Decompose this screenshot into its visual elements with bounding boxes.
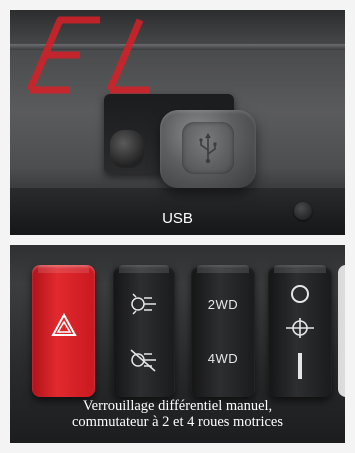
drive-mode-switch: 2WD 4WD <box>191 265 255 397</box>
usb-port-photo: USB <box>10 10 345 235</box>
switch-caption: Verrouillage différentiel manuel, commut… <box>10 398 345 430</box>
usb-rubber-cap <box>160 110 256 188</box>
differential-unlock-icon <box>130 349 156 372</box>
hazard-triangle-icon <box>51 313 77 336</box>
axle-icon <box>286 318 314 338</box>
switch-highlight <box>274 265 326 273</box>
bar-on-icon <box>298 353 302 379</box>
image-frame: USB 2WD 4WD Verrouillage différentiel ma… <box>0 0 355 453</box>
partial-switch-edge <box>338 265 345 397</box>
switch-highlight <box>119 265 169 273</box>
two-wheel-drive-label: 2WD <box>207 297 239 312</box>
circle-off-icon <box>291 285 309 303</box>
watermark-logo <box>26 16 150 94</box>
differential-lock-switch <box>113 265 175 397</box>
differential-lock-icon <box>131 293 156 315</box>
switch-caption-line-1: Verrouillage différentiel manuel, <box>82 398 273 414</box>
usb-cap-hinge <box>110 130 144 168</box>
usb-icon <box>199 133 217 164</box>
switch-highlight <box>197 265 249 273</box>
rocker-switches-photo: 2WD 4WD Verrouillage différentiel manuel… <box>10 245 345 443</box>
axle-engage-switch <box>268 265 332 397</box>
usb-cap-face <box>182 122 234 174</box>
switch-highlight <box>38 265 89 273</box>
switch-caption-line-2: commutateur à 2 et 4 roues motrices <box>72 414 283 430</box>
hazard-switch <box>32 265 95 397</box>
usb-caption: USB <box>162 210 193 227</box>
four-wheel-drive-label: 4WD <box>207 351 239 366</box>
